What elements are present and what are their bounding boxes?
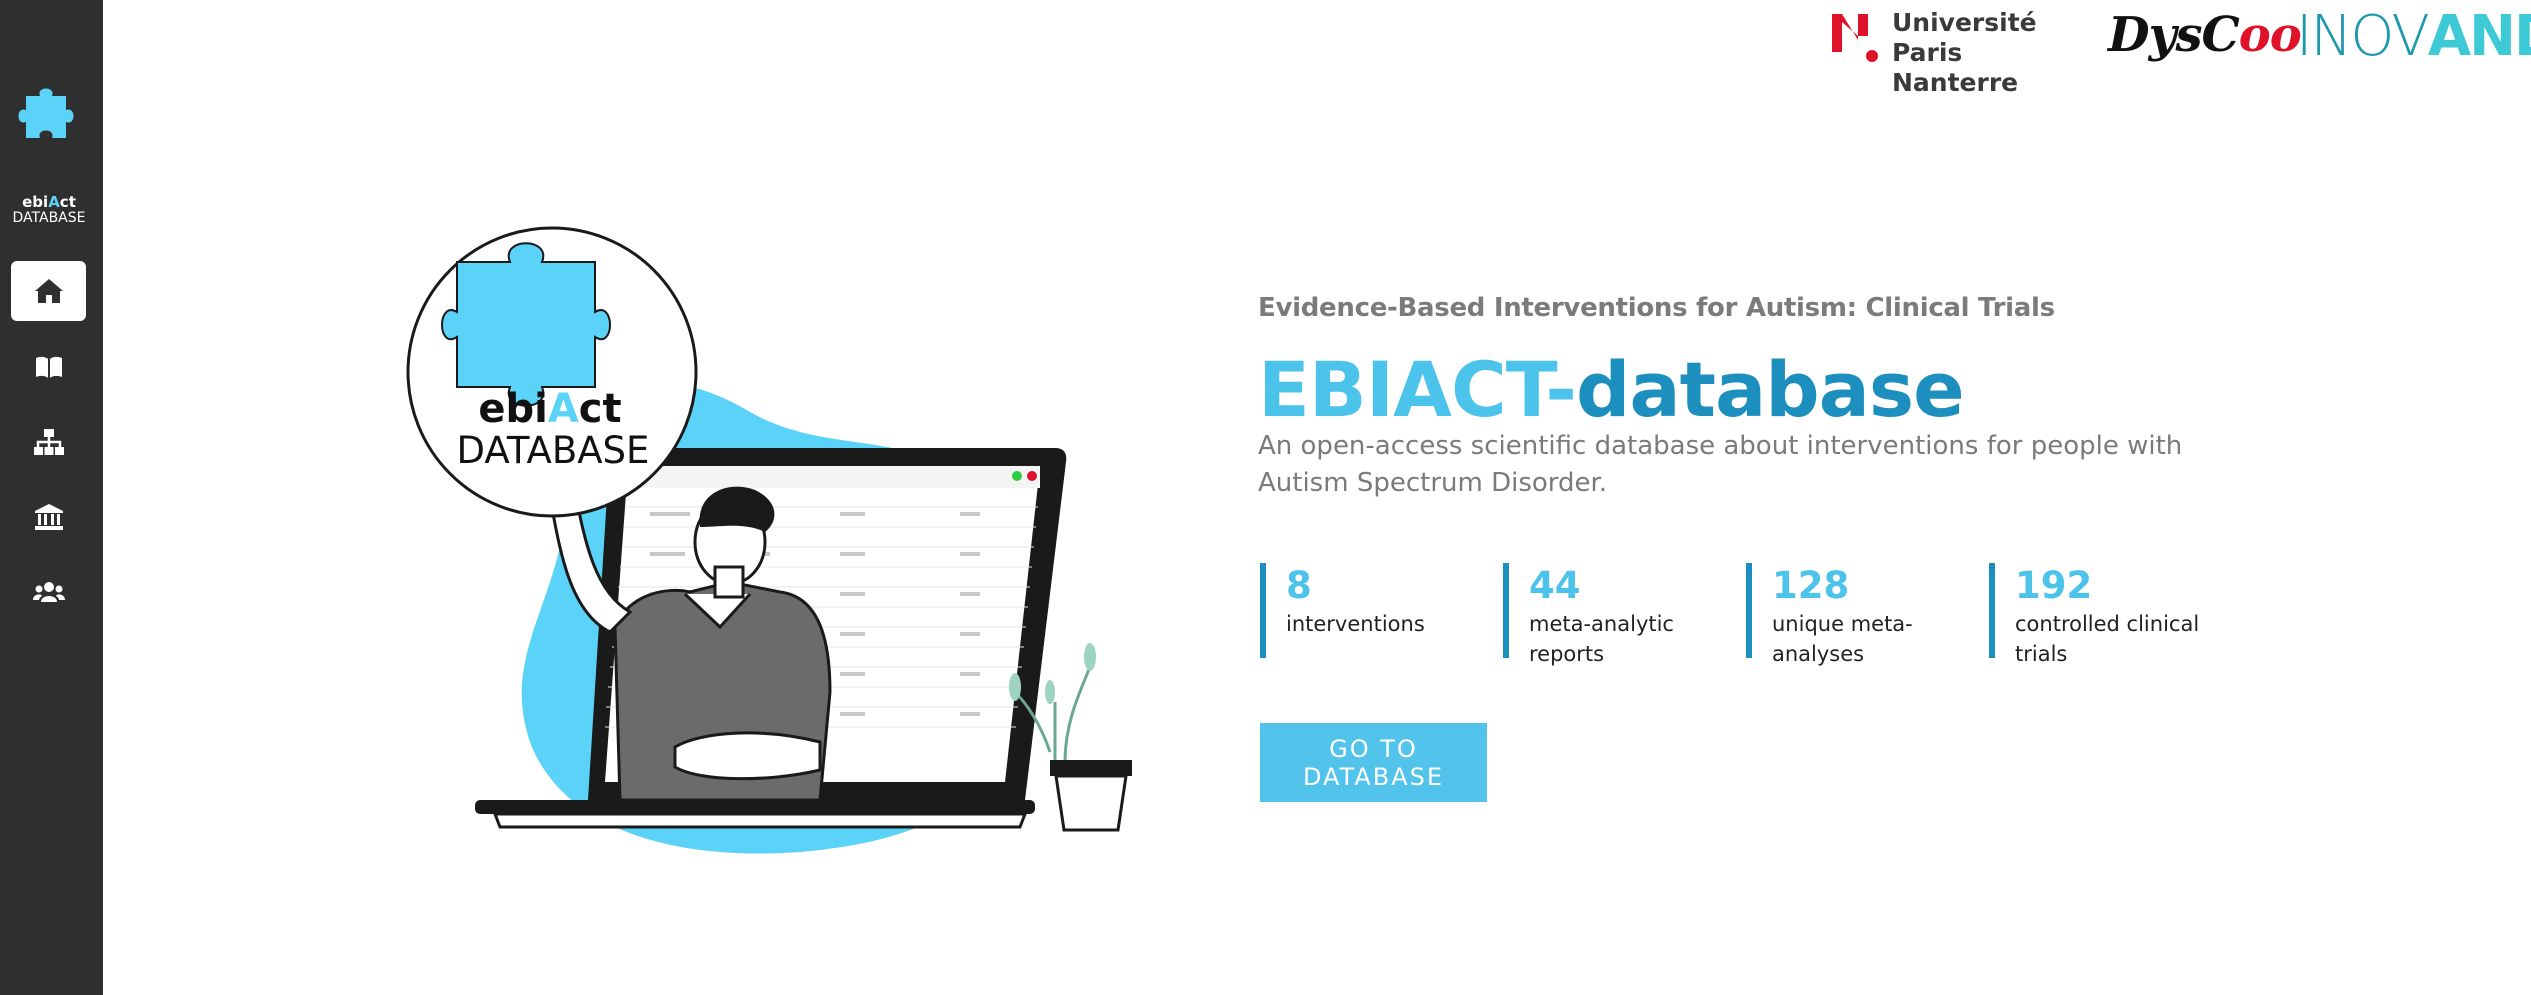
- go-to-database-button[interactable]: GO TO DATABASE: [1260, 723, 1487, 802]
- stat-interventions: 8 interventions: [1260, 563, 1486, 658]
- stat-value: 8: [1286, 564, 1312, 607]
- inovand-logo[interactable]: INOVAND: [2296, 6, 2531, 68]
- stat-controlled-clinical-trials: 192 controlled clinical trials: [1989, 563, 2215, 666]
- stat-meta-analytic-reports: 44 meta-analytic reports: [1503, 563, 1729, 666]
- sidebar-brand-sub: DATABASE: [12, 210, 86, 226]
- puzzle-icon: [18, 88, 74, 138]
- home-icon: [34, 279, 63, 303]
- users-icon: [32, 582, 65, 602]
- nav-users[interactable]: [11, 562, 86, 622]
- upn-mark-icon: [1832, 14, 1878, 62]
- upn-text: Université Paris Nanterre: [1892, 8, 2037, 97]
- sidebar: ebiAct DATABASE: [0, 0, 103, 995]
- illustration-graphic: [406, 226, 1132, 854]
- book-icon: [35, 356, 62, 378]
- hero-kicker: Evidence-Based Interventions for Autism:…: [1258, 293, 2055, 323]
- dyscoo-logo[interactable]: DysCoo: [2108, 8, 2302, 63]
- hero-description: An open-access scientific database about…: [1258, 431, 2183, 498]
- nav-sitemap[interactable]: [11, 412, 86, 472]
- stat-label: controlled clinical trials: [2015, 612, 2200, 666]
- stat-value: 44: [1529, 564, 1581, 607]
- sidebar-logo[interactable]: ebiAct DATABASE: [0, 88, 98, 226]
- sidebar-brand: ebiAct: [22, 193, 76, 211]
- badge-sub: DATABASE: [456, 429, 650, 472]
- nav-home[interactable]: [11, 261, 86, 321]
- stat-label: unique meta-analyses: [1772, 612, 1913, 666]
- stat-value: 128: [1772, 564, 1850, 607]
- stat-label: meta-analytic reports: [1529, 612, 1674, 666]
- nav-institution[interactable]: [11, 487, 86, 547]
- nav-book[interactable]: [11, 337, 86, 397]
- institution-icon: [34, 504, 63, 530]
- stat-label: interventions: [1286, 612, 1425, 636]
- badge-brand: ebiAct: [478, 386, 622, 432]
- stat-unique-meta-analyses: 128 unique meta-analyses: [1746, 563, 1932, 666]
- sitemap-icon: [33, 429, 64, 455]
- hero-illustration: ebiAct DATABASE: [400, 222, 1140, 872]
- stat-value: 192: [2015, 564, 2093, 607]
- hero-title: EBIACT-database: [1258, 345, 1965, 434]
- universite-paris-nanterre-logo[interactable]: Université Paris Nanterre: [1830, 8, 2075, 97]
